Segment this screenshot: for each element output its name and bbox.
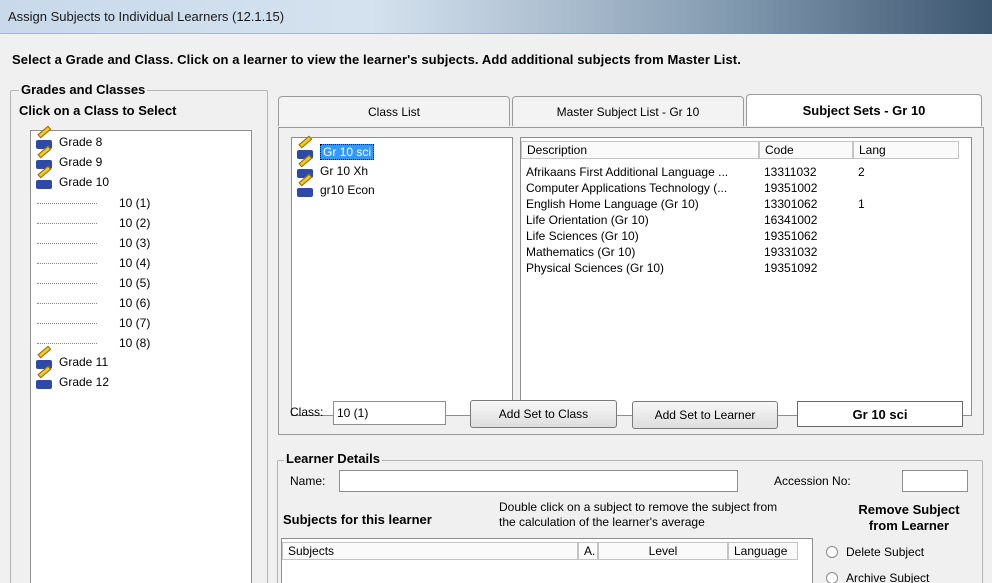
table-cell-code: 13311032: [764, 165, 817, 179]
class-label: 10 (8): [119, 336, 151, 350]
table-cell-code: 19351002: [764, 181, 818, 195]
archive-subject-radio[interactable]: Archive Subject: [826, 571, 929, 583]
learner-subjects-table[interactable]: Subjects A. Level Language: [281, 538, 813, 583]
tree-item-grade-12[interactable]: Grade 12: [35, 365, 110, 391]
tree-item-grade-10[interactable]: Grade 10: [35, 165, 110, 191]
set-subjects-table[interactable]: Description Code Lang Afrikaans First Ad…: [520, 137, 972, 416]
delete-subject-radio[interactable]: Delete Subject: [826, 545, 924, 559]
accession-label: Accession No:: [774, 474, 851, 488]
table-cell-description: English Home Language (Gr 10): [526, 197, 699, 211]
set-icon: [296, 173, 316, 198]
set-item-label: Gr 10 Xh: [320, 164, 369, 178]
table-cell-lang: 1: [858, 197, 865, 211]
tree-item-class-10-7[interactable]: 10 (7): [35, 314, 150, 332]
table-cell-lang: 2: [858, 165, 865, 179]
radio-label: Archive Subject: [846, 571, 930, 583]
table-cell-description: Life Orientation (Gr 10): [526, 213, 649, 227]
title-bar: Assign Subjects to Individual Learners (…: [0, 0, 992, 34]
column-header-lang[interactable]: Lang: [853, 141, 959, 159]
column-header-subjects[interactable]: Subjects: [282, 542, 578, 560]
tree-item-class-10-5[interactable]: 10 (5): [35, 274, 150, 292]
tree-item-class-10-6[interactable]: 10 (6): [35, 294, 150, 312]
subject-set-list[interactable]: Gr 10 sci Gr 10 Xh gr10 Econ: [291, 135, 513, 416]
table-cell-description: Mathematics (Gr 10): [526, 245, 636, 259]
table-cell-description: Afrikaans First Additional Language ...: [526, 165, 729, 179]
class-label: 10 (6): [119, 296, 151, 310]
column-header-a[interactable]: A.: [578, 542, 598, 560]
class-label: 10 (5): [119, 276, 151, 290]
class-field-label: Class:: [290, 405, 324, 419]
tree-item-label: Grade 8: [59, 135, 103, 149]
table-cell-code: 19351062: [764, 229, 818, 243]
tree-item-label: Grade 11: [59, 355, 109, 369]
radio-label: Delete Subject: [846, 545, 925, 559]
title-bar-controls: [368, 0, 992, 34]
class-label: 10 (7): [119, 316, 151, 330]
tree-item-class-10-3[interactable]: 10 (3): [35, 234, 150, 252]
tree-item-class-10-4[interactable]: 10 (4): [35, 254, 150, 272]
grade-icon: [35, 365, 55, 390]
table-cell-description: Computer Applications Technology (...: [526, 181, 728, 195]
table-cell-code: 16341002: [764, 213, 818, 227]
grades-classes-title: Grades and Classes: [19, 82, 148, 97]
tree-item-label: Grade 9: [59, 155, 103, 169]
add-set-to-class-button[interactable]: Add Set to Class: [470, 400, 617, 428]
grade-icon: [35, 165, 55, 190]
table-cell-description: Physical Sciences (Gr 10): [526, 261, 665, 275]
class-field[interactable]: 10 (1): [333, 401, 446, 425]
tree-item-class-10-2[interactable]: 10 (2): [35, 214, 150, 232]
learner-details-title: Learner Details: [284, 451, 382, 466]
selected-set-name: Gr 10 sci: [797, 401, 963, 427]
accession-field[interactable]: [902, 470, 968, 492]
set-item-label: Gr 10 sci: [320, 144, 375, 160]
class-label: 10 (3): [119, 236, 151, 250]
grade-class-tree[interactable]: Grade 8 Grade 9 Grade 10 10 (1) 10 (2) 1…: [30, 125, 252, 583]
remove-subject-title: Remove Subject from Learner: [858, 502, 960, 533]
name-label: Name:: [290, 474, 326, 488]
subjects-for-learner-title: Subjects for this learner: [283, 512, 432, 527]
tree-item-label: Grade 12: [59, 375, 110, 389]
add-set-to-learner-button[interactable]: Add Set to Learner: [632, 401, 778, 429]
tree-item-label: Grade 10: [59, 175, 110, 189]
tab-class-list[interactable]: Class List: [278, 96, 510, 126]
column-header-level[interactable]: Level: [598, 542, 728, 560]
column-header-description[interactable]: Description: [521, 141, 759, 159]
tree-item-class-10-1[interactable]: 10 (1): [35, 194, 150, 212]
set-item-gr10-econ[interactable]: gr10 Econ: [296, 173, 375, 199]
class-label: 10 (4): [119, 256, 151, 270]
column-header-language[interactable]: Language: [728, 542, 798, 560]
name-field[interactable]: [339, 470, 738, 492]
tab-subject-sets[interactable]: Subject Sets - Gr 10: [746, 94, 982, 126]
class-label: 10 (2): [119, 216, 151, 230]
set-item-label: gr10 Econ: [320, 183, 375, 197]
window-title: Assign Subjects to Individual Learners (…: [8, 9, 285, 24]
tree-item-class-10-8[interactable]: 10 (8): [35, 334, 150, 352]
radio-circle: [826, 546, 838, 558]
table-cell-code: 13301062: [764, 197, 818, 211]
tab-master-subject-list[interactable]: Master Subject List - Gr 10: [512, 96, 744, 126]
table-cell-code: 19331032: [764, 245, 818, 259]
remove-subject-hint: Double click on a subject to remove the …: [499, 500, 778, 529]
class-label: 10 (1): [119, 196, 151, 210]
radio-circle: [826, 572, 838, 583]
table-cell-description: Life Sciences (Gr 10): [526, 229, 639, 243]
grades-classes-subtitle: Click on a Class to Select: [19, 103, 177, 118]
instruction-text: Select a Grade and Class. Click on a lea…: [12, 52, 741, 67]
column-header-code[interactable]: Code: [759, 141, 853, 159]
table-cell-code: 19351092: [764, 261, 818, 275]
